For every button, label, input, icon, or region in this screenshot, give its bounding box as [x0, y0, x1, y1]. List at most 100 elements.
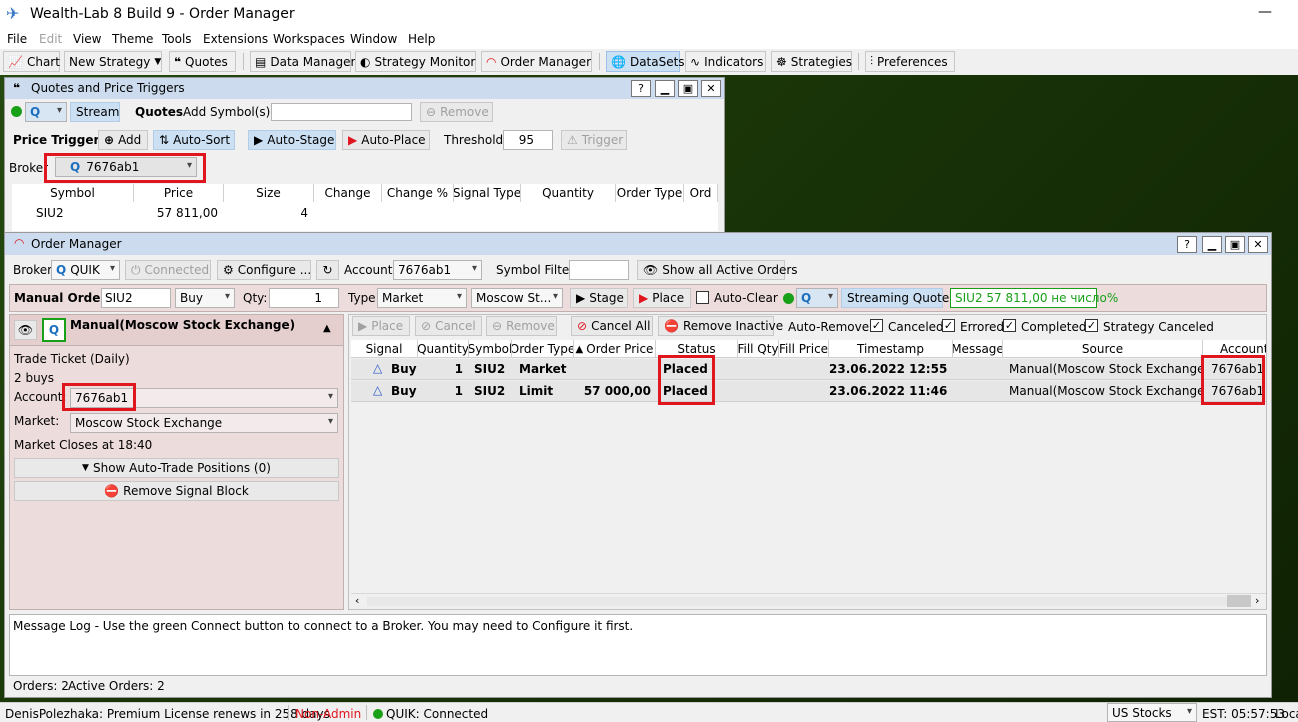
eye-toggle-button[interactable]: 👁: [14, 320, 37, 340]
account-dropdown[interactable]: 7676ab1 ▾: [393, 260, 482, 280]
column-header[interactable]: Price: [134, 184, 224, 202]
menu-file[interactable]: File: [7, 32, 27, 46]
place-order-button[interactable]: ▶ Place: [352, 316, 410, 336]
collapse-icon[interactable]: ▲: [323, 323, 331, 334]
maximize-button[interactable]: ▣: [678, 80, 698, 97]
show-auto-trade-positions-button[interactable]: ▼ Show Auto-Trade Positions (0): [14, 458, 339, 478]
close-button[interactable]: ✕: [1248, 236, 1268, 253]
column-header[interactable]: Signal: [351, 340, 418, 358]
symbol-filter-input[interactable]: [569, 260, 629, 280]
remove-signal-block-button[interactable]: ⛔ Remove Signal Block: [14, 481, 339, 501]
column-header[interactable]: Order Type: [616, 184, 684, 202]
stream-button[interactable]: Stream: [70, 102, 120, 122]
menu-workspaces[interactable]: Workspaces: [273, 32, 345, 46]
strategy-monitor-button[interactable]: ◐ Strategy Monitor: [355, 51, 476, 72]
quote-provider-dropdown[interactable]: Q ▾: [25, 102, 67, 122]
column-header[interactable]: Quantity: [418, 340, 469, 358]
auto-place-button[interactable]: ▶ Auto-Place: [342, 130, 430, 150]
place-button[interactable]: ▶ Place: [633, 288, 691, 308]
broker-dropdown[interactable]: Q 7676ab1 ▾: [55, 157, 197, 177]
table-row[interactable]: △ Buy 1 SIU2 Limit 57 000,00 Placed 23.0…: [351, 381, 1266, 402]
scrollbar-track[interactable]: [367, 597, 1227, 606]
menu-tools[interactable]: Tools: [162, 32, 192, 46]
column-header[interactable]: Size: [224, 184, 314, 202]
connect-button[interactable]: ⏻ Connected: [125, 260, 211, 280]
order-type-dropdown[interactable]: Market ▾: [377, 288, 467, 308]
menu-help[interactable]: Help: [408, 32, 435, 46]
market-dropdown[interactable]: Moscow Stock Exchange ▾: [70, 413, 338, 433]
completed-checkbox[interactable]: ✓: [1003, 319, 1016, 332]
column-header[interactable]: Fill Qty: [738, 340, 779, 358]
streaming-quote-button[interactable]: Streaming Quote: [841, 288, 949, 308]
menu-theme[interactable]: Theme: [112, 32, 153, 46]
remove-quote-button[interactable]: ⊖ Remove: [420, 102, 493, 122]
menu-view[interactable]: View: [73, 32, 101, 46]
signal-account-dropdown[interactable]: 7676ab1 ▾: [70, 388, 338, 408]
market-selector-dropdown[interactable]: US Stocks ▾: [1107, 703, 1197, 722]
add-trigger-button[interactable]: ⊕ Add: [98, 130, 148, 150]
column-header[interactable]: Signal Type: [454, 184, 521, 202]
strategy-canceled-checkbox[interactable]: ✓: [1085, 319, 1098, 332]
new-strategy-button[interactable]: New Strategy ▼: [64, 51, 162, 72]
auto-stage-button[interactable]: ▶ Auto-Stage: [248, 130, 336, 150]
threshold-stepper[interactable]: 95: [503, 130, 553, 150]
stage-button[interactable]: ▶ Stage: [570, 288, 628, 308]
remove-inactive-button[interactable]: ⛔ Remove Inactive: [658, 316, 783, 336]
qty-stepper[interactable]: 1: [269, 288, 339, 308]
column-header[interactable]: Fill Price: [779, 340, 829, 358]
cancel-order-button[interactable]: ⊘ Cancel: [415, 316, 482, 336]
column-header[interactable]: Change: [314, 184, 382, 202]
exchange-dropdown[interactable]: Moscow St... ▾: [471, 288, 563, 308]
scrollbar-thumb[interactable]: [1227, 595, 1251, 607]
configure-button[interactable]: ⚙ Configure ...: [217, 260, 311, 280]
quote-provider-dropdown[interactable]: Q ▾: [796, 288, 838, 308]
maximize-button[interactable]: ▣: [1225, 236, 1245, 253]
column-header[interactable]: Symbol: [469, 340, 512, 358]
auto-clear-checkbox[interactable]: [696, 291, 709, 304]
column-header[interactable]: Status: [656, 340, 738, 358]
menu-window[interactable]: Window: [350, 32, 397, 46]
minimize-button[interactable]: ▁: [1202, 236, 1222, 253]
strategies-button[interactable]: ☸ Strategies: [771, 51, 852, 72]
column-header[interactable]: Timestamp: [829, 340, 953, 358]
column-header[interactable]: Message: [953, 340, 1003, 358]
column-header[interactable]: Ord: [684, 184, 718, 202]
menu-extensions[interactable]: Extensions: [203, 32, 268, 46]
add-symbol-input[interactable]: [271, 103, 412, 121]
horizontal-scrollbar[interactable]: ‹ ›: [351, 593, 1266, 608]
canceled-checkbox[interactable]: ✓: [870, 319, 883, 332]
column-header[interactable]: Account: [1203, 340, 1266, 358]
remove-order-button[interactable]: ⊖ Remove: [486, 316, 557, 336]
help-button[interactable]: ?: [631, 80, 651, 97]
column-header[interactable]: Symbol: [12, 184, 134, 202]
auto-sort-button[interactable]: ⇅ Auto-Sort: [153, 130, 235, 150]
om-broker-dropdown[interactable]: Q QUIK ▾: [51, 260, 120, 280]
quotes-button[interactable]: ❝ Quotes: [169, 51, 236, 72]
minimize-button[interactable]: ▁: [655, 80, 675, 97]
quote-symbol[interactable]: SIU2: [36, 206, 64, 220]
data-manager-button[interactable]: ▤ Data Manager: [250, 51, 355, 72]
errored-checkbox[interactable]: ✓: [942, 319, 955, 332]
chevron-right-icon[interactable]: ›: [1255, 594, 1259, 607]
menu-edit[interactable]: Edit: [39, 32, 62, 46]
column-header[interactable]: Source: [1003, 340, 1203, 358]
column-header[interactable]: Change %: [382, 184, 454, 202]
minimize-icon[interactable]: —: [1258, 4, 1272, 20]
side-dropdown[interactable]: Buy ▾: [175, 288, 235, 308]
column-header[interactable]: ▲ Order Price: [574, 340, 656, 358]
column-header[interactable]: Order Type: [512, 340, 574, 358]
chart-button[interactable]: 📈 Chart: [3, 51, 60, 72]
column-header[interactable]: Quantity: [521, 184, 616, 202]
indicators-button[interactable]: ∿ Indicators: [685, 51, 766, 72]
datasets-button[interactable]: 🌐 DataSets: [606, 51, 685, 72]
refresh-button[interactable]: ↻: [316, 260, 339, 280]
message-log[interactable]: Message Log - Use the green Connect butt…: [9, 614, 1267, 676]
chevron-left-icon[interactable]: ‹: [355, 594, 359, 607]
help-button[interactable]: ?: [1177, 236, 1197, 253]
trigger-button[interactable]: ⚠ Trigger: [561, 130, 627, 150]
cancel-all-button[interactable]: ⊘ Cancel All: [571, 316, 653, 336]
table-row[interactable]: △ Buy 1 SIU2 Market Placed 23.06.2022 12…: [351, 359, 1266, 380]
manual-symbol-input[interactable]: SIU2: [101, 288, 171, 308]
close-button[interactable]: ✕: [701, 80, 721, 97]
show-all-active-orders-button[interactable]: 👁 Show all Active Orders: [637, 260, 798, 280]
